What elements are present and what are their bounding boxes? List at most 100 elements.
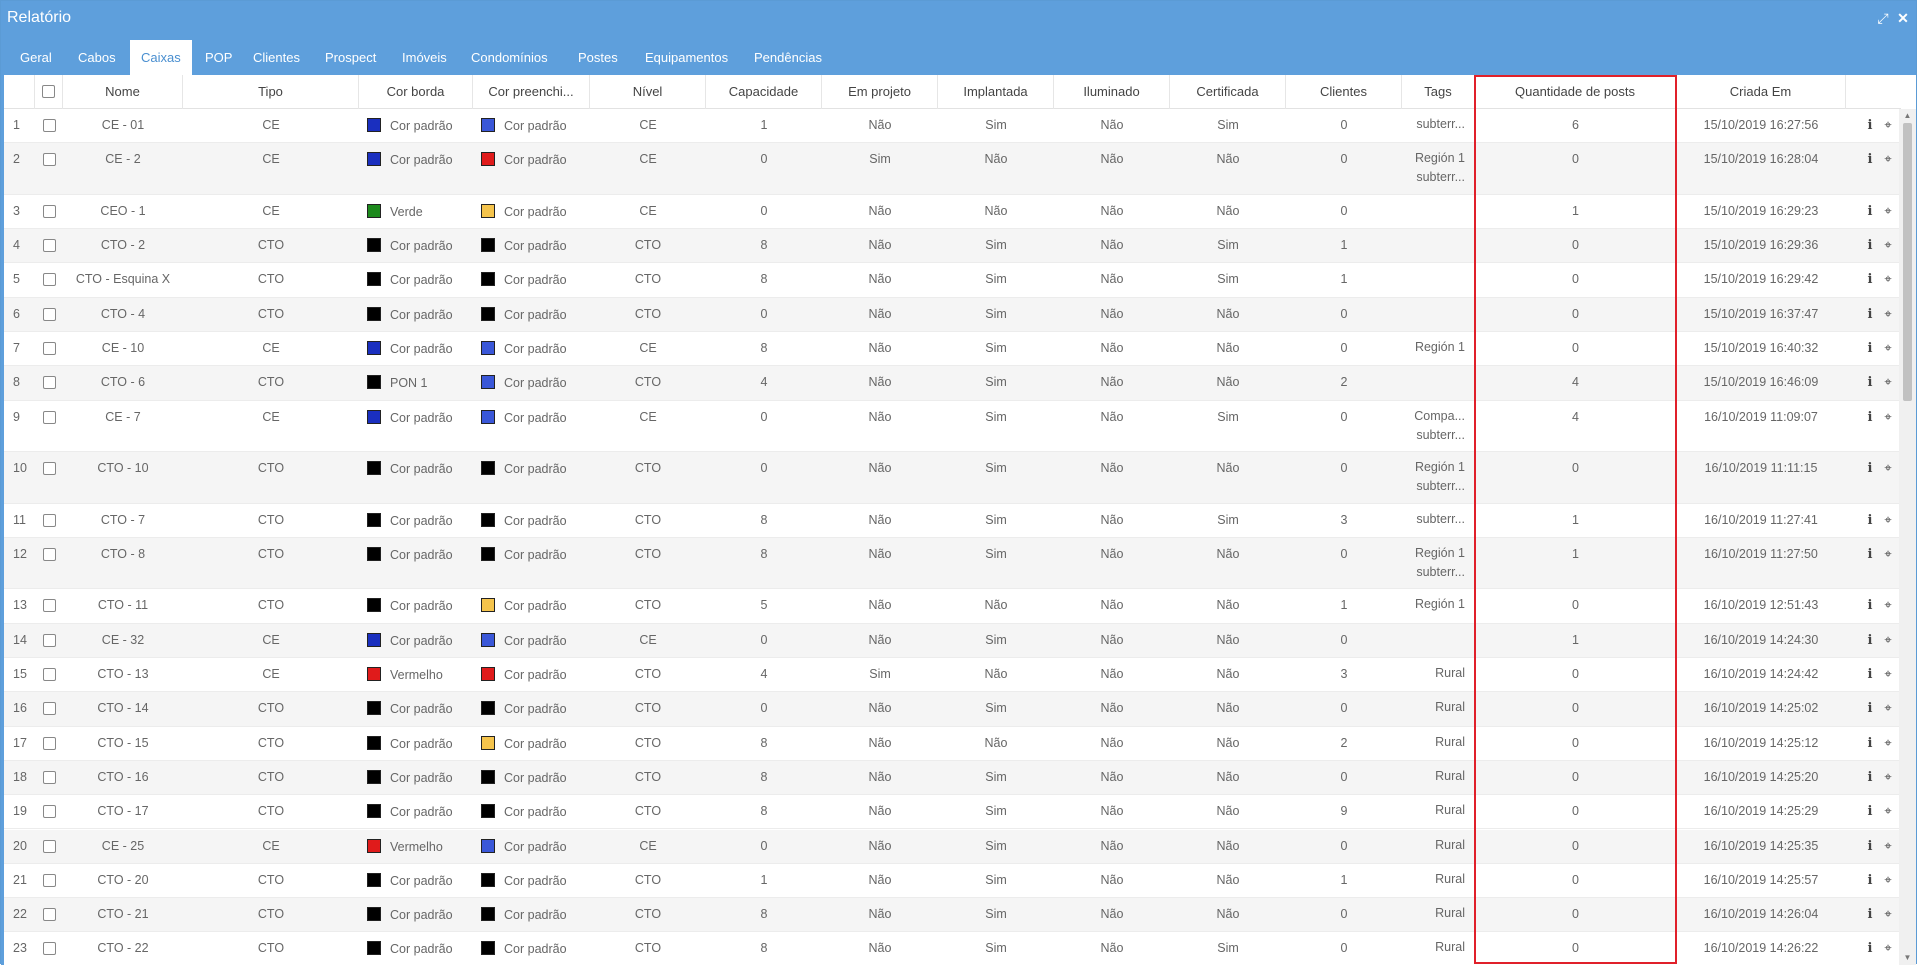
- row-select[interactable]: [35, 538, 63, 564]
- tab-caixas[interactable]: Caixas: [130, 40, 192, 75]
- row-select[interactable]: [35, 332, 63, 358]
- info-icon[interactable]: i: [1863, 702, 1877, 716]
- tab-pendências[interactable]: Pendências: [743, 40, 833, 75]
- locate-icon[interactable]: ⌖: [1881, 409, 1895, 424]
- tab-equipamentos[interactable]: Equipamentos: [634, 40, 739, 75]
- info-icon[interactable]: i: [1863, 410, 1877, 425]
- locate-icon[interactable]: ⌖: [1881, 238, 1895, 252]
- tab-imóveis[interactable]: Imóveis: [391, 40, 458, 75]
- select-all-checkbox[interactable]: [42, 85, 55, 98]
- locate-icon[interactable]: ⌖: [1881, 152, 1895, 166]
- locate-icon[interactable]: ⌖: [1881, 203, 1895, 218]
- table-row[interactable]: 9 CE - 7 CE Cor padrão Cor padrão CE 0 Não Sim Nã…: [1, 400, 1901, 453]
- table-row[interactable]: 15 CTO - 13 CE Vermelho Cor padrão CTO 4 Sim Não…: [1, 658, 1901, 693]
- row-select[interactable]: [35, 932, 63, 958]
- row-select[interactable]: [35, 864, 63, 890]
- header-criada[interactable]: Criada Em: [1676, 75, 1846, 109]
- table-row[interactable]: 3 CEO - 1 CE Verde Cor padrão CE 0 Não Não Não Não…: [1, 194, 1901, 230]
- info-icon[interactable]: i: [1863, 513, 1877, 528]
- row-checkbox[interactable]: [42, 119, 56, 132]
- scroll-up-icon[interactable]: ▲: [1903, 111, 1912, 121]
- header-tags[interactable]: Tags: [1402, 75, 1475, 109]
- info-icon[interactable]: i: [1863, 839, 1877, 854]
- row-select[interactable]: [35, 298, 63, 324]
- table-row[interactable]: 8 CTO - 6 CTO PON 1 Cor padrão CTO 4 Não Sim Não N…: [1, 366, 1901, 401]
- table-row[interactable]: 10 CTO - 10 CTO Cor padrão Cor padrão CTO 0 Não…: [1, 452, 1901, 504]
- row-checkbox[interactable]: [42, 942, 56, 956]
- header-nivel[interactable]: Nível: [590, 75, 706, 109]
- info-icon[interactable]: i: [1863, 462, 1877, 476]
- table-row[interactable]: 6 CTO - 4 CTO Cor padrão Cor padrão CTO 0 Não Si…: [1, 297, 1901, 332]
- row-select[interactable]: [35, 229, 63, 255]
- row-checkbox[interactable]: [42, 153, 56, 167]
- row-select[interactable]: [35, 898, 63, 924]
- table-row[interactable]: 22 CTO - 21 CTO Cor padrão Cor padrão CTO 8 Não…: [1, 898, 1901, 933]
- row-checkbox[interactable]: [42, 873, 56, 887]
- tab-postes[interactable]: Postes: [567, 40, 629, 75]
- info-icon[interactable]: i: [1863, 770, 1877, 785]
- info-icon[interactable]: i: [1863, 342, 1877, 356]
- locate-icon[interactable]: ⌖: [1881, 375, 1895, 389]
- tab-prospect[interactable]: Prospect: [314, 40, 387, 75]
- tab-cabos[interactable]: Cabos: [67, 40, 127, 75]
- header-impl[interactable]: Implantada: [938, 75, 1054, 109]
- table-row[interactable]: 18 CTO - 16 CTO Cor padrão Cor padrão CTO 8 Não…: [1, 760, 1901, 796]
- table-row[interactable]: 11 CTO - 7 CTO Cor padrão Cor padrão CTO 8 Não S…: [1, 503, 1901, 538]
- table-row[interactable]: 19 CTO - 17 CTO Cor padrão Cor padrão CTO 8 Não…: [1, 795, 1901, 830]
- locate-icon[interactable]: ⌖: [1881, 632, 1895, 647]
- row-checkbox[interactable]: [42, 462, 56, 476]
- row-select[interactable]: [35, 658, 63, 684]
- table-row[interactable]: 1 CE - 01 CE Cor padrão Cor padrão CE 1 Não Sim N…: [1, 109, 1901, 144]
- row-checkbox[interactable]: [42, 805, 56, 819]
- info-icon[interactable]: i: [1863, 119, 1877, 133]
- row-select[interactable]: [35, 795, 63, 821]
- header-posts[interactable]: Quantidade de posts: [1475, 75, 1676, 109]
- row-checkbox[interactable]: [42, 633, 56, 647]
- scrollbar-thumb[interactable]: [1903, 123, 1912, 401]
- row-checkbox[interactable]: [42, 273, 56, 287]
- row-checkbox[interactable]: [42, 908, 56, 922]
- table-row[interactable]: 14 CE - 32 CE Cor padrão Cor padrão CE 0 Não Sim…: [1, 623, 1901, 658]
- header-proj[interactable]: Em projeto: [822, 75, 938, 109]
- tab-pop[interactable]: POP: [194, 40, 243, 75]
- locate-icon[interactable]: ⌖: [1881, 667, 1895, 681]
- table-row[interactable]: 13 CTO - 11 CTO Cor padrão Cor padrão CTO 5 Não…: [1, 589, 1901, 624]
- table-row[interactable]: 12 CTO - 8 CTO Cor padrão Cor padrão CTO 8 Não S…: [1, 537, 1901, 590]
- info-icon[interactable]: i: [1863, 204, 1877, 219]
- row-select[interactable]: [35, 143, 63, 169]
- info-icon[interactable]: i: [1863, 908, 1877, 922]
- table-row[interactable]: 2 CE - 2 CE Cor padrão Cor padrão CE 0 Sim Não Nã…: [1, 143, 1901, 195]
- row-select[interactable]: [35, 401, 63, 427]
- row-checkbox[interactable]: [42, 702, 56, 716]
- locate-icon[interactable]: ⌖: [1881, 118, 1895, 132]
- header-cli[interactable]: Clientes: [1286, 75, 1402, 109]
- info-icon[interactable]: i: [1863, 942, 1877, 956]
- row-checkbox[interactable]: [42, 668, 56, 681]
- row-checkbox[interactable]: [42, 410, 56, 424]
- header-preench[interactable]: Cor preenchi...: [473, 75, 590, 109]
- locate-icon[interactable]: ⌖: [1881, 341, 1895, 355]
- locate-icon[interactable]: ⌖: [1881, 272, 1895, 286]
- row-select[interactable]: [35, 366, 63, 392]
- row-select[interactable]: [35, 692, 63, 718]
- row-select[interactable]: [35, 589, 63, 615]
- locate-icon[interactable]: ⌖: [1881, 804, 1895, 818]
- row-checkbox[interactable]: [42, 342, 56, 355]
- locate-icon[interactable]: ⌖: [1881, 735, 1895, 750]
- header-cert[interactable]: Certificada: [1170, 75, 1286, 109]
- table-row[interactable]: 17 CTO - 15 CTO Cor padrão Cor padrão CTO 8 Não…: [1, 726, 1901, 761]
- header-select-all[interactable]: [35, 75, 63, 109]
- info-icon[interactable]: i: [1863, 668, 1877, 682]
- table-row[interactable]: 20 CE - 25 CE Vermelho Cor padrão CE 0 Não Sim Nã…: [1, 829, 1901, 864]
- locate-icon[interactable]: ⌖: [1881, 769, 1895, 784]
- header-borda[interactable]: Cor borda: [359, 75, 473, 109]
- info-icon[interactable]: i: [1863, 307, 1877, 322]
- info-icon[interactable]: i: [1863, 633, 1877, 648]
- row-select[interactable]: [35, 109, 63, 135]
- row-checkbox[interactable]: [42, 376, 56, 390]
- row-select[interactable]: [35, 504, 63, 530]
- row-checkbox[interactable]: [42, 770, 56, 784]
- locate-icon[interactable]: ⌖: [1881, 461, 1895, 475]
- header-nome[interactable]: Nome: [63, 75, 183, 109]
- tab-condomínios[interactable]: Condomínios: [460, 40, 559, 75]
